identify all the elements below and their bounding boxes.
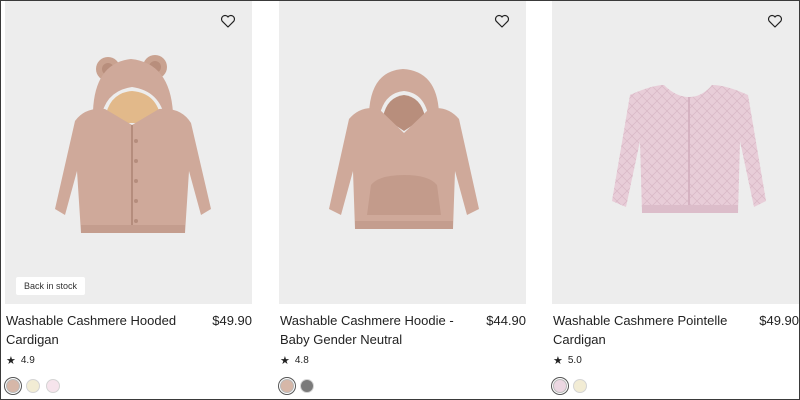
rating-value: 5.0 — [567, 355, 582, 366]
color-swatches — [6, 379, 60, 393]
product-image[interactable] — [552, 1, 799, 304]
color-swatch[interactable] — [26, 379, 40, 393]
product-title[interactable]: Washable Cashmere Hoodie - Baby Gender N… — [280, 311, 476, 349]
star-icon: ★ — [6, 355, 16, 367]
product-title[interactable]: Washable Cashmere Pointelle Cardigan — [553, 311, 749, 349]
rating-value: 4.8 — [294, 355, 309, 366]
color-swatches — [553, 379, 587, 393]
color-swatch[interactable] — [300, 379, 314, 393]
product-price: $44.90 — [486, 313, 526, 328]
product-image[interactable] — [279, 1, 526, 304]
hooded-cardigan-image — [55, 55, 211, 233]
product-image[interactable]: Back in stock — [5, 1, 252, 304]
back-in-stock-badge: Back in stock — [16, 277, 86, 295]
wishlist-heart-icon[interactable] — [767, 13, 783, 29]
color-swatch[interactable] — [280, 379, 294, 393]
pointelle-cardigan-image — [612, 85, 766, 213]
product-rating: ★ 4.9 — [6, 354, 35, 368]
product-card[interactable]: Washable Cashmere Pointelle Cardigan $49… — [552, 1, 799, 400]
wishlist-heart-icon[interactable] — [494, 13, 510, 29]
star-icon: ★ — [280, 355, 290, 367]
color-swatches — [280, 379, 314, 393]
star-icon: ★ — [553, 355, 563, 367]
product-rating: ★ 5.0 — [553, 354, 582, 368]
product-price: $49.90 — [212, 313, 252, 328]
color-swatch[interactable] — [573, 379, 587, 393]
hoodie-image — [329, 69, 479, 229]
product-title[interactable]: Washable Cashmere Hooded Cardigan — [6, 311, 202, 349]
wishlist-heart-icon[interactable] — [220, 13, 236, 29]
color-swatch[interactable] — [46, 379, 60, 393]
rating-value: 4.9 — [20, 355, 35, 366]
product-card[interactable]: Washable Cashmere Hoodie - Baby Gender N… — [279, 1, 526, 400]
product-price: $49.90 — [759, 313, 799, 328]
product-rating: ★ 4.8 — [280, 354, 309, 368]
color-swatch[interactable] — [6, 379, 20, 393]
product-card[interactable]: Back in stock Washable Cashmere Hooded C… — [5, 1, 252, 400]
color-swatch[interactable] — [553, 379, 567, 393]
